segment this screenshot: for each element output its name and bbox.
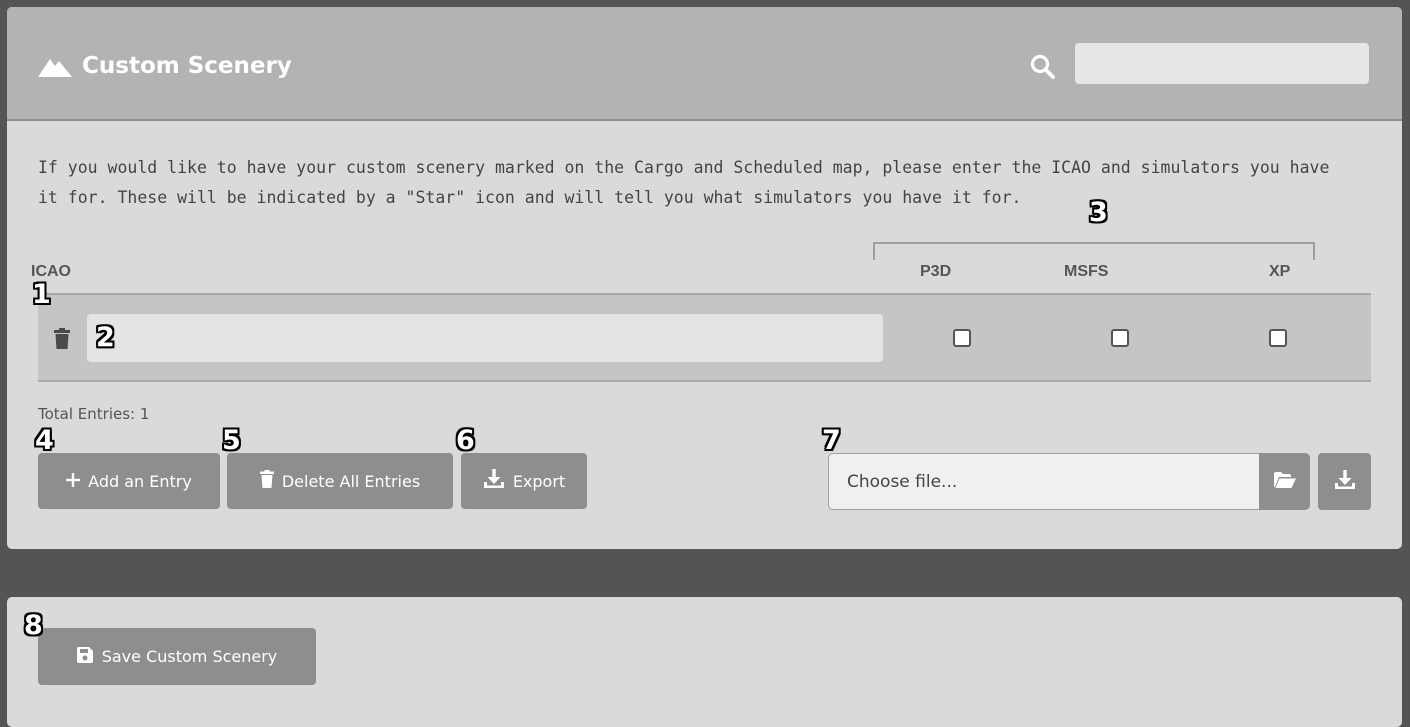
column-header-p3d: P3D: [920, 263, 952, 280]
search-input[interactable]: [1075, 43, 1369, 84]
folder-open-icon: [1273, 471, 1296, 492]
panel-header: Custom Scenery: [7, 7, 1402, 121]
icao-input[interactable]: [87, 314, 883, 362]
callout-5: 5: [222, 425, 241, 456]
trash-icon: [259, 470, 282, 492]
browse-file-button[interactable]: [1259, 453, 1310, 510]
export-button[interactable]: Export: [461, 453, 587, 509]
callout-7: 7: [822, 425, 841, 456]
xp-checkbox[interactable]: [1269, 329, 1287, 347]
callout-4: 4: [35, 425, 54, 456]
callout-3: 3: [1089, 197, 1108, 228]
download-icon: [1334, 469, 1356, 494]
simulator-column-bracket: [873, 242, 1315, 260]
save-panel: Save Custom Scenery: [7, 597, 1402, 727]
title-group: Custom Scenery: [38, 53, 292, 79]
description-text: If you would like to have your custom sc…: [38, 158, 1330, 207]
p3d-checkbox[interactable]: [953, 329, 971, 347]
msfs-checkbox[interactable]: [1111, 329, 1129, 347]
save-label: Save Custom Scenery: [101, 647, 278, 666]
mountain-icon: [38, 55, 72, 77]
table-footer-divider: [38, 380, 1371, 382]
import-button[interactable]: [1318, 453, 1371, 510]
callout-6: 6: [456, 425, 475, 456]
floppy-disk-icon: [76, 646, 102, 667]
download-icon: [483, 469, 513, 493]
file-input[interactable]: Choose file...: [828, 453, 1260, 510]
trash-icon[interactable]: [53, 328, 71, 354]
delete-all-label: Delete All Entries: [281, 471, 421, 491]
total-entries: Total Entries: 1: [38, 405, 150, 423]
column-header-xp: XP: [1269, 263, 1291, 280]
add-entry-label: Add an Entry: [88, 471, 192, 491]
plus-icon: [66, 472, 88, 491]
panel-title: Custom Scenery: [82, 53, 292, 79]
callout-8: 8: [24, 610, 43, 641]
search-icon[interactable]: [1030, 54, 1056, 84]
callout-2: 2: [96, 322, 115, 353]
file-input-placeholder: Choose file...: [847, 472, 958, 492]
custom-scenery-panel: Custom Scenery If you would like to have…: [7, 7, 1402, 549]
export-label: Export: [512, 471, 566, 491]
delete-all-button[interactable]: Delete All Entries: [227, 453, 453, 509]
add-entry-button[interactable]: Add an Entry: [38, 453, 220, 509]
save-custom-scenery-button[interactable]: Save Custom Scenery: [38, 628, 316, 685]
callout-1: 1: [32, 279, 51, 310]
column-header-msfs: MSFS: [1064, 263, 1109, 280]
